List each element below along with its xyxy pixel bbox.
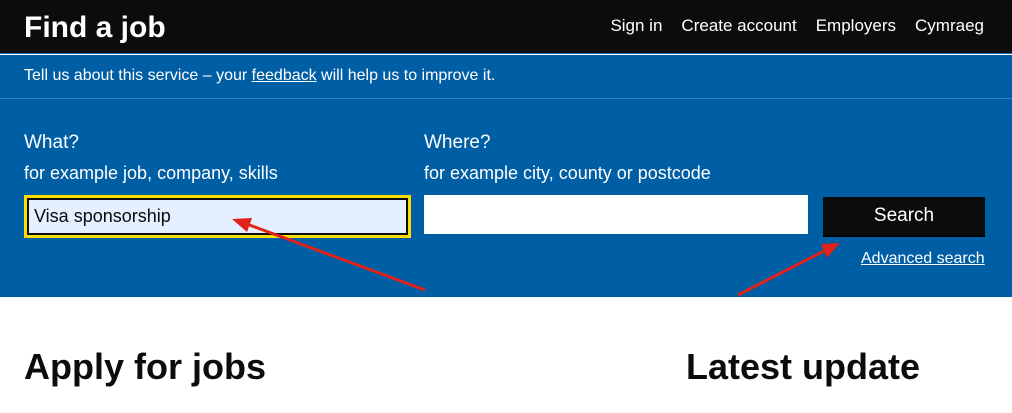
what-hint: for example job, company, skills — [24, 163, 278, 183]
apply-for-jobs-heading: Apply for jobs — [24, 346, 266, 387]
where-label: Where? — [424, 132, 491, 153]
search-panel: What? for example job, company, skills V… — [0, 99, 1012, 297]
feedback-banner: Tell us about this service – your feedba… — [0, 55, 1012, 99]
banner-text-before: Tell us about this service – your — [24, 67, 252, 84]
service-name-link[interactable]: Find a job — [24, 10, 166, 46]
banner-text-after: will help us to improve it. — [316, 67, 496, 84]
what-field[interactable]: Visa sponsorship — [24, 195, 411, 238]
site-header: Find a job Sign in Create account Employ… — [0, 0, 1012, 54]
where-field[interactable] — [424, 195, 808, 234]
nav-create-account[interactable]: Create account — [681, 16, 796, 36]
nav-employers[interactable]: Employers — [816, 16, 896, 36]
header-nav: Sign in Create account Employers Cymraeg — [591, 16, 984, 36]
latest-update-heading: Latest update — [686, 346, 921, 387]
nav-cymraeg[interactable]: Cymraeg — [915, 16, 984, 36]
advanced-search-link[interactable]: Advanced search — [861, 249, 985, 269]
search-button[interactable]: Search — [823, 197, 985, 235]
what-label: What? — [24, 132, 79, 153]
feedback-link[interactable]: feedback — [252, 67, 317, 84]
where-hint: for example city, county or postcode — [424, 163, 711, 183]
page: Find a job Sign in Create account Employ… — [0, 0, 1012, 413]
what-field-value[interactable]: Visa sponsorship — [29, 200, 406, 233]
nav-sign-in[interactable]: Sign in — [610, 16, 662, 36]
